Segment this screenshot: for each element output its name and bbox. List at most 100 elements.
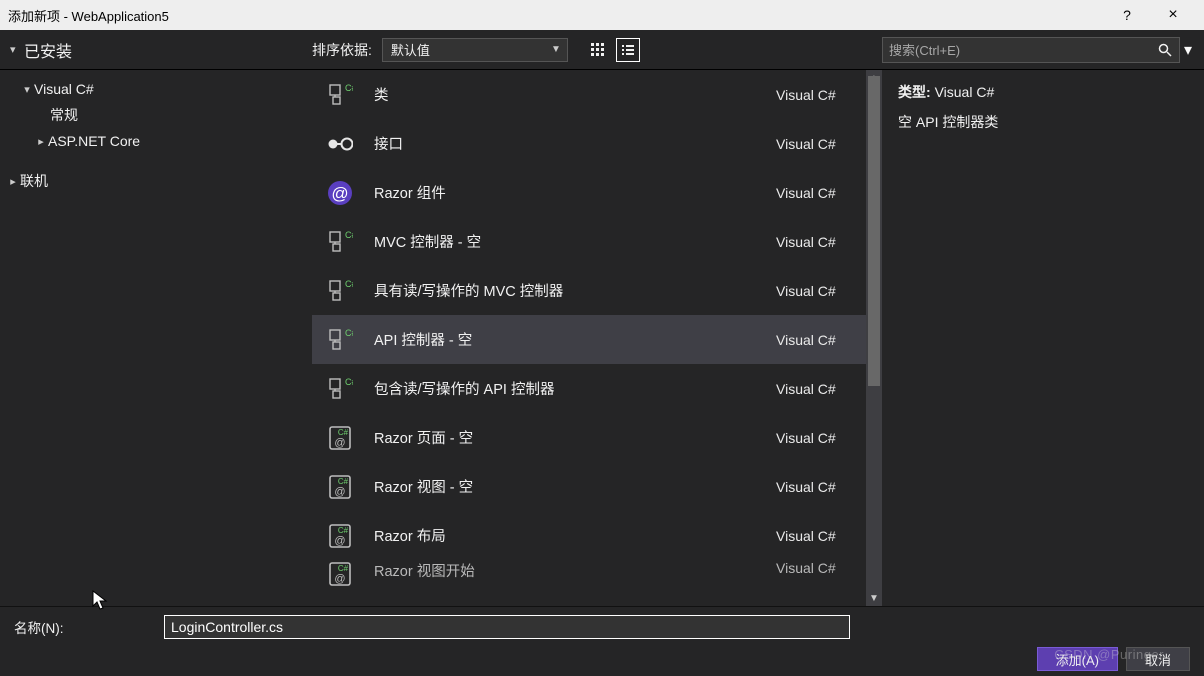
template-label: Razor 布局 (374, 525, 756, 546)
toolbar: ▾ 已安装 排序依据: 默认值 ▼ 搜索(Ctrl+E) ▾ (0, 30, 1204, 70)
csharp-class-icon: C# (326, 228, 354, 256)
chevron-right-icon: ▸ (34, 135, 48, 148)
template-item[interactable]: C#@ Razor 布局 Visual C# (312, 511, 866, 560)
list-icon (620, 42, 636, 58)
svg-text:C#: C# (345, 83, 353, 93)
scroll-thumb[interactable] (868, 76, 880, 386)
help-button[interactable]: ? (1104, 7, 1150, 23)
scroll-down-icon[interactable]: ▼ (866, 590, 882, 606)
svg-text:C#: C# (345, 279, 353, 289)
search-options-dropdown[interactable]: ▾ (1180, 40, 1196, 60)
template-lang: Visual C# (776, 381, 866, 397)
window-title: 添加新项 - WebApplication5 (8, 6, 169, 25)
main-area: ▾ Visual C# 常规 ▸ ASP.NET Core ▸ 联机 C# 类 Vi… (0, 70, 1204, 606)
footer: 名称(N): 添加(A) 取消 (0, 606, 1204, 676)
svg-text:@: @ (331, 184, 348, 203)
razor-at-icon: @ (326, 179, 354, 207)
svg-text:C#: C# (345, 328, 353, 338)
template-list-pane: C#类Visual C#接口Visual C#@Razor 组件Visual C… (312, 70, 882, 606)
template-item[interactable]: C#@ Razor 页面 - 空 Visual C# (312, 413, 866, 462)
svg-text:C#: C# (345, 230, 353, 240)
template-label: MVC 控制器 - 空 (374, 231, 756, 252)
template-item[interactable]: @ Razor 组件 Visual C# (312, 168, 866, 217)
template-label: API 控制器 - 空 (374, 329, 756, 350)
svg-text:@: @ (334, 535, 345, 547)
name-input[interactable] (164, 615, 850, 639)
razor-page-icon: C#@ (326, 424, 354, 452)
tree-node-visual-csharp[interactable]: ▾ Visual C# (0, 76, 312, 102)
template-item[interactable]: C#@ Razor 视图开始 Visual C# (312, 560, 866, 588)
template-lang: Visual C# (776, 560, 866, 576)
tree-node-online[interactable]: ▸ 联机 (0, 168, 312, 194)
type-label: 类型: (898, 84, 931, 100)
template-description: 空 API 控制器类 (898, 112, 1188, 132)
sort-by-value: 默认值 (391, 40, 430, 59)
template-lang: Visual C# (776, 87, 866, 103)
grid-icon (590, 42, 606, 58)
chevron-down-icon: ▾ (20, 83, 34, 96)
add-button[interactable]: 添加(A) (1037, 647, 1118, 671)
cancel-button[interactable]: 取消 (1126, 647, 1190, 671)
view-list-button[interactable] (616, 38, 640, 62)
csharp-class-icon: C# (326, 277, 354, 305)
sort-by-dropdown[interactable]: 默认值 ▼ (382, 38, 568, 62)
template-label: Razor 视图开始 (374, 560, 756, 581)
svg-text:@: @ (334, 486, 345, 498)
csharp-class-icon: C# (326, 81, 354, 109)
svg-text:C#: C# (338, 428, 349, 437)
template-item[interactable]: C#@ Razor 视图 - 空 Visual C# (312, 462, 866, 511)
template-lang: Visual C# (776, 185, 866, 201)
csharp-class-icon: C# (326, 375, 354, 403)
svg-text:@: @ (334, 573, 345, 585)
template-item[interactable]: 接口Visual C# (312, 119, 866, 168)
template-lang: Visual C# (776, 479, 866, 495)
category-tree: ▾ Visual C# 常规 ▸ ASP.NET Core ▸ 联机 (0, 70, 312, 606)
search-input[interactable]: 搜索(Ctrl+E) (882, 37, 1180, 63)
template-item[interactable]: C# API 控制器 - 空 Visual C# (312, 315, 866, 364)
interface-icon (326, 130, 354, 158)
template-label: 具有读/写操作的 MVC 控制器 (374, 280, 756, 301)
name-field-label: 名称(N): (14, 617, 154, 637)
template-item[interactable]: C# 类 Visual C# (312, 70, 866, 119)
svg-text:C#: C# (338, 526, 349, 535)
search-icon (1157, 42, 1173, 58)
info-pane: 类型: Visual C# 空 API 控制器类 (882, 70, 1204, 606)
tree-label: ASP.NET Core (48, 133, 140, 149)
template-lang: Visual C# (776, 136, 866, 152)
template-lang: Visual C# (776, 332, 866, 348)
template-lang: Visual C# (776, 430, 866, 446)
tree-label: 常规 (50, 105, 78, 125)
installed-root-label[interactable]: 已安装 (24, 38, 72, 62)
template-label: 类 (374, 84, 756, 105)
template-item[interactable]: C# 具有读/写操作的 MVC 控制器 Visual C# (312, 266, 866, 315)
razor-page-icon: C#@ (326, 560, 354, 588)
chevron-right-icon: ▸ (6, 175, 20, 188)
scrollbar[interactable]: ▲ ▼ (866, 70, 882, 606)
template-item[interactable]: C# MVC 控制器 - 空 Visual C# (312, 217, 866, 266)
svg-text:C#: C# (345, 377, 353, 387)
close-button[interactable]: × (1150, 6, 1196, 24)
template-label: Razor 页面 - 空 (374, 427, 756, 448)
tree-label: 联机 (20, 171, 48, 191)
razor-page-icon: C#@ (326, 522, 354, 550)
chevron-down-icon[interactable]: ▾ (10, 43, 24, 56)
sort-by-label: 排序依据: (312, 40, 372, 60)
razor-page-icon: C#@ (326, 473, 354, 501)
svg-text:@: @ (334, 437, 345, 449)
template-label: Razor 组件 (374, 182, 756, 203)
template-lang: Visual C# (776, 283, 866, 299)
csharp-class-icon: C# (326, 326, 354, 354)
chevron-down-icon: ▼ (551, 44, 561, 55)
template-lang: Visual C# (776, 528, 866, 544)
svg-text:C#: C# (338, 477, 349, 486)
titlebar: 添加新项 - WebApplication5 ? × (0, 0, 1204, 30)
tree-node-general[interactable]: 常规 (0, 102, 312, 128)
svg-text:C#: C# (338, 564, 349, 573)
tree-node-aspnetcore[interactable]: ▸ ASP.NET Core (0, 128, 312, 154)
template-label: 包含读/写操作的 API 控制器 (374, 378, 756, 399)
view-tiles-button[interactable] (586, 38, 610, 62)
search-placeholder: 搜索(Ctrl+E) (889, 40, 960, 59)
template-lang: Visual C# (776, 234, 866, 250)
template-item[interactable]: C# 包含读/写操作的 API 控制器 Visual C# (312, 364, 866, 413)
template-label: Razor 视图 - 空 (374, 476, 756, 497)
